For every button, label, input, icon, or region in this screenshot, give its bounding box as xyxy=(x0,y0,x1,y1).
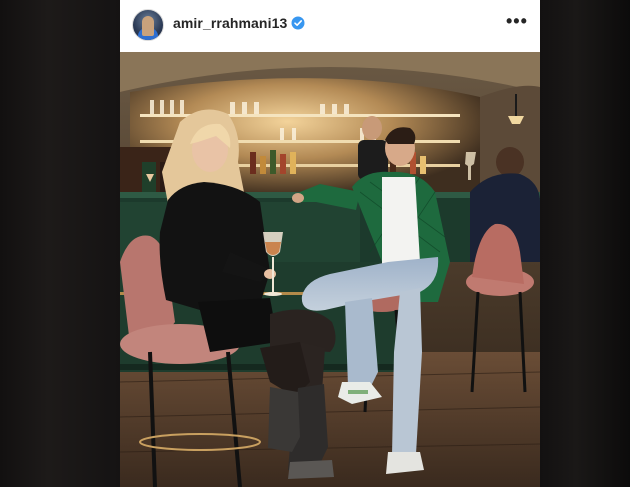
blurred-background-right xyxy=(540,0,630,487)
post-header: amir_rrahmani13 ••• xyxy=(120,0,540,52)
video-frame: amir_rrahmani13 ••• xyxy=(0,0,630,487)
verified-badge-icon xyxy=(291,16,305,30)
blurred-background-left xyxy=(0,0,120,487)
post-photo[interactable] xyxy=(120,52,540,487)
user-avatar[interactable] xyxy=(132,9,164,41)
more-options-icon[interactable]: ••• xyxy=(506,12,527,34)
post-photo-illustration xyxy=(120,52,540,487)
username-link[interactable]: amir_rrahmani13 xyxy=(173,15,287,31)
instagram-post: amir_rrahmani13 ••• xyxy=(120,0,540,487)
avatar-figure xyxy=(142,16,154,36)
